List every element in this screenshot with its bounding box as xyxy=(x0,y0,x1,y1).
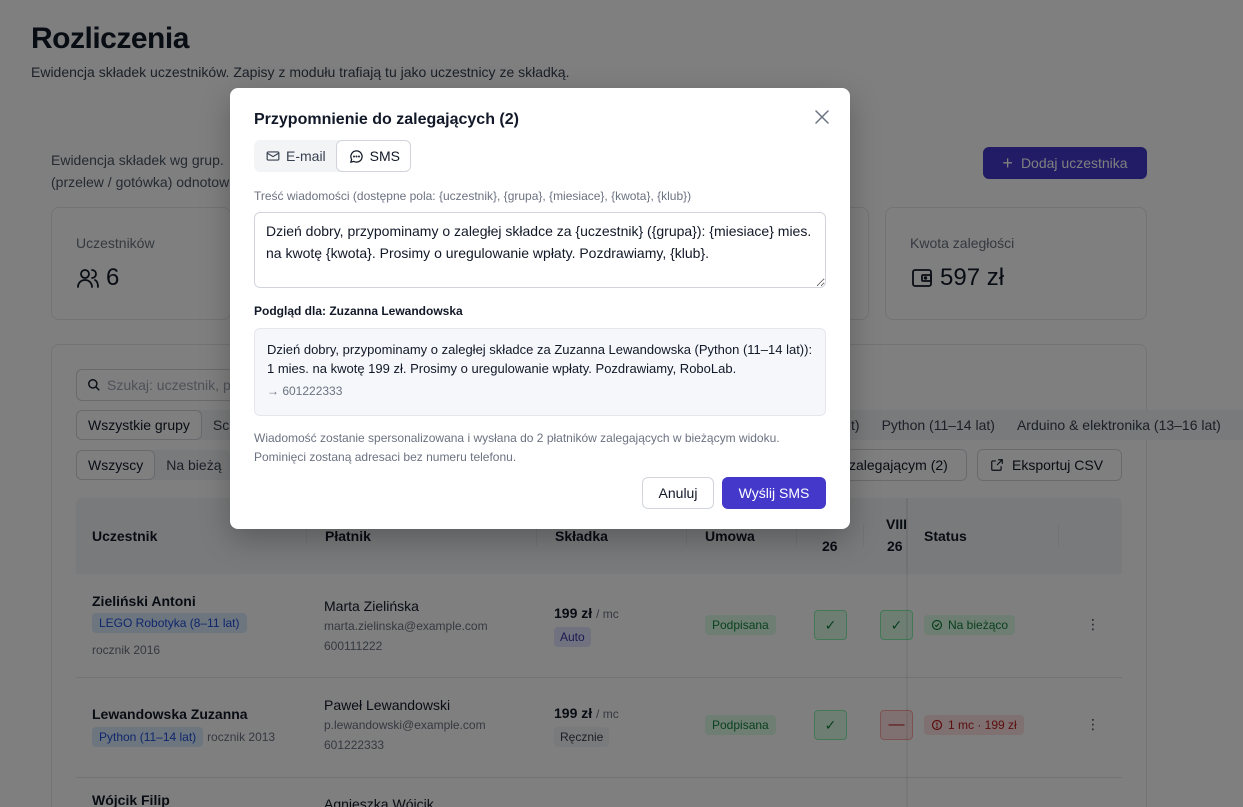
modal-title: Przypomnienie do zalegających (2) xyxy=(254,111,519,128)
send-note: Wiadomość zostanie spersonalizowana i wy… xyxy=(254,431,780,464)
preview-text: Dzień dobry, przypominamy o zaległej skł… xyxy=(267,342,813,376)
tab-sms-label: SMS xyxy=(369,148,401,164)
message-preview: Dzień dobry, przypominamy o zaległej skł… xyxy=(254,328,826,416)
reminder-modal: Przypomnienie do zalegających (2) E-mail… xyxy=(230,88,850,529)
preview-title: Podgląd dla: Zuzanna Lewandowska xyxy=(254,304,463,318)
message-textarea[interactable]: Dzień dobry, przypominamy o zaległej skł… xyxy=(254,212,826,288)
template-fields-hint: Treść wiadomości (dostępne pola: {uczest… xyxy=(254,189,692,203)
preview-phone: → 601222333 xyxy=(267,384,343,398)
channel-tabs: E-mail SMS xyxy=(254,140,412,172)
send-sms-button[interactable]: Wyślij SMS xyxy=(722,477,826,509)
tab-email[interactable]: E-mail xyxy=(254,140,336,172)
tab-email-label: E-mail xyxy=(286,148,326,164)
message-circle-icon xyxy=(349,149,363,163)
close-button[interactable] xyxy=(812,107,832,127)
tab-sms[interactable]: SMS xyxy=(335,140,412,172)
cancel-button[interactable]: Anuluj xyxy=(642,477,714,509)
mail-icon xyxy=(266,151,280,161)
close-icon xyxy=(815,110,829,124)
